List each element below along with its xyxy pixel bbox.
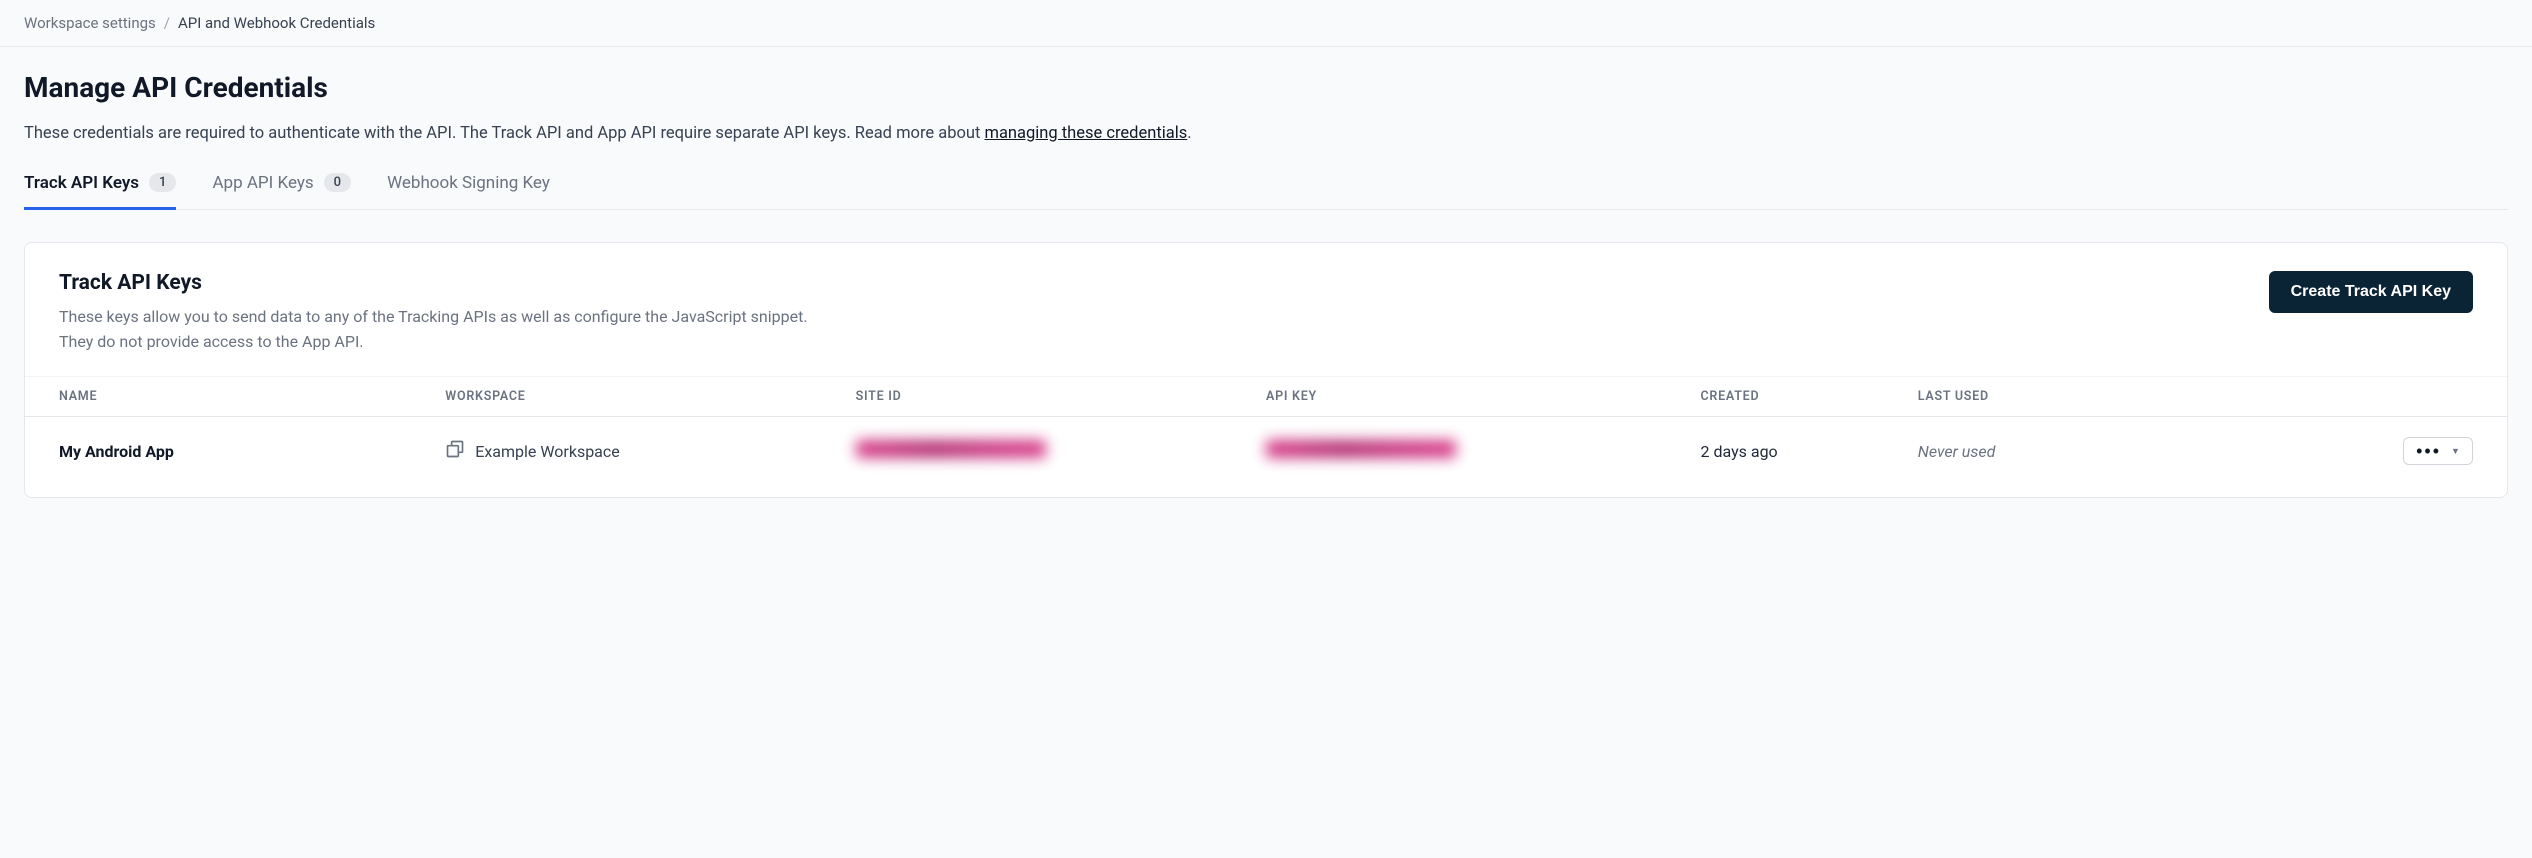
more-icon: ••• bbox=[2416, 447, 2441, 456]
table-header: NAME WORKSPACE SITE ID API KEY CREATED L… bbox=[25, 376, 2507, 417]
panel-header: Track API Keys These keys allow you to s… bbox=[25, 243, 2507, 377]
tab-label: Webhook Signing Key bbox=[387, 173, 550, 193]
cell-name: My Android App bbox=[59, 442, 445, 461]
cell-created: 2 days ago bbox=[1701, 442, 1918, 461]
chevron-down-icon: ▼ bbox=[2451, 446, 2460, 456]
column-header-created: CREATED bbox=[1701, 389, 1918, 404]
cell-site-id bbox=[856, 440, 1266, 462]
column-header-last-used: LAST USED bbox=[1918, 389, 2280, 404]
panel-title: Track API Keys bbox=[59, 271, 819, 295]
workspace-icon bbox=[445, 439, 465, 463]
column-header-site-id: SITE ID bbox=[856, 389, 1266, 404]
tabs: Track API Keys 1 App API Keys 0 Webhook … bbox=[24, 173, 2508, 210]
create-track-api-key-button[interactable]: Create Track API Key bbox=[2269, 271, 2473, 313]
track-api-keys-panel: Track API Keys These keys allow you to s… bbox=[24, 242, 2508, 499]
tab-label: App API Keys bbox=[212, 173, 313, 193]
cell-workspace-name: Example Workspace bbox=[475, 442, 620, 461]
redacted-value bbox=[1266, 440, 1456, 458]
tab-app-api-keys[interactable]: App API Keys 0 bbox=[212, 173, 351, 210]
tab-count-badge: 0 bbox=[324, 173, 351, 192]
column-header-name: NAME bbox=[59, 389, 445, 404]
breadcrumb-separator: / bbox=[164, 14, 170, 32]
breadcrumb-parent-link[interactable]: Workspace settings bbox=[24, 14, 156, 32]
cell-last-used: Never used bbox=[1918, 442, 2280, 461]
column-header-workspace: WORKSPACE bbox=[445, 389, 855, 404]
breadcrumb-current: API and Webhook Credentials bbox=[178, 14, 375, 32]
panel-description: These keys allow you to send data to any… bbox=[59, 305, 819, 355]
cell-workspace: Example Workspace bbox=[445, 439, 855, 463]
row-actions-button[interactable]: ••• ▼ bbox=[2403, 437, 2473, 465]
page-description: These credentials are required to authen… bbox=[24, 122, 2508, 147]
tab-track-api-keys[interactable]: Track API Keys 1 bbox=[24, 173, 176, 210]
table-row: My Android App Example Workspace 2 days … bbox=[25, 417, 2507, 497]
page-description-text-pre: These credentials are required to authen… bbox=[24, 124, 984, 143]
cell-api-key bbox=[1266, 440, 1701, 462]
breadcrumb: Workspace settings / API and Webhook Cre… bbox=[0, 0, 2532, 47]
tab-webhook-signing-key[interactable]: Webhook Signing Key bbox=[387, 173, 550, 210]
tab-count-badge: 1 bbox=[149, 173, 176, 192]
tab-label: Track API Keys bbox=[24, 173, 139, 193]
page-title: Manage API Credentials bbox=[24, 71, 2508, 104]
column-header-api-key: API KEY bbox=[1266, 389, 1701, 404]
redacted-value bbox=[856, 440, 1046, 458]
managing-credentials-link[interactable]: managing these credentials bbox=[984, 124, 1187, 143]
page-description-text-post: . bbox=[1187, 124, 1191, 143]
